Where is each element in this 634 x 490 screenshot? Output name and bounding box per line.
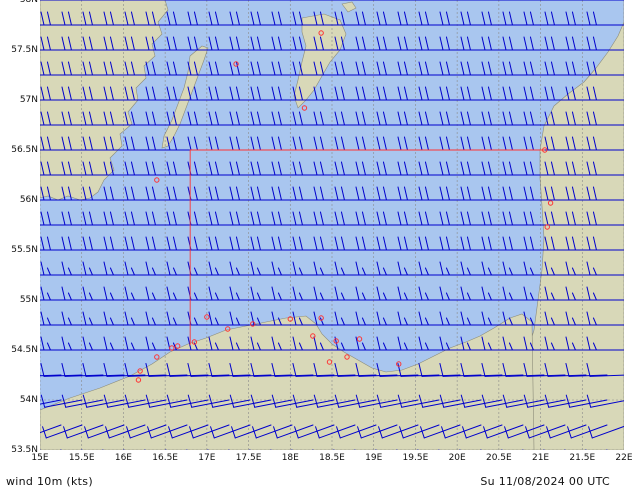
lat-label: 57N <box>19 95 38 105</box>
lon-label: 22E <box>615 453 633 463</box>
lon-label: 19E <box>365 453 383 463</box>
map-variable-label: wind 10m (kts) <box>6 475 93 488</box>
lon-label: 15.5E <box>68 453 95 463</box>
lat-label: 56.5N <box>11 145 38 155</box>
lat-label: 58N <box>19 0 38 5</box>
lon-label: 20E <box>448 453 466 463</box>
lon-label: 16E <box>114 453 132 463</box>
lon-label: 18E <box>281 453 299 463</box>
lat-label: 55N <box>19 295 38 305</box>
lon-label: 15E <box>31 453 49 463</box>
lat-label: 54N <box>19 395 38 405</box>
lat-label: 54.5N <box>11 345 38 355</box>
weather-map[interactable] <box>40 0 624 450</box>
lon-label: 20.5E <box>485 453 512 463</box>
lat-label: 55.5N <box>11 245 38 255</box>
lon-label: 21.5E <box>569 453 596 463</box>
lon-label: 17.5E <box>235 453 262 463</box>
lat-label: 57.5N <box>11 45 38 55</box>
lon-label: 17E <box>198 453 216 463</box>
lon-label: 18.5E <box>319 453 345 463</box>
lat-label: 56N <box>19 195 38 205</box>
lon-label: 21E <box>531 453 550 463</box>
lon-label: 19.5E <box>402 453 429 463</box>
map-canvas <box>40 0 624 450</box>
valid-time-label: Su 11/08/2024 00 UTC <box>480 475 610 488</box>
lon-label: 16.5E <box>152 453 178 463</box>
